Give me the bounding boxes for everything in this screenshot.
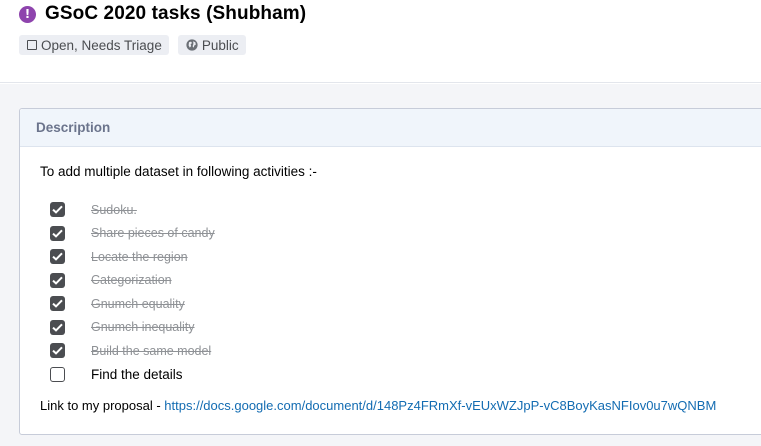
- description-panel-header: Description: [20, 109, 761, 147]
- description-panel: Description To add multiple dataset in f…: [19, 108, 761, 435]
- tag-list: Open, Needs Triage Public: [19, 35, 246, 55]
- checkbox-checked[interactable]: [50, 319, 65, 335]
- proposal-prefix: Link to my proposal -: [40, 398, 165, 413]
- globe-icon: [186, 39, 198, 51]
- checklist-item-label: Locate the region: [91, 249, 188, 264]
- checkbox-checked[interactable]: [50, 272, 65, 288]
- proposal-line: Link to my proposal - https://docs.googl…: [40, 398, 716, 413]
- task-checklist: Sudoku. Share pieces of candy Locate the…: [50, 198, 215, 386]
- checklist-item: Gnumch equality: [50, 292, 215, 316]
- checklist-item-label: Categorization: [91, 273, 172, 288]
- status-tag[interactable]: Open, Needs Triage: [19, 35, 169, 55]
- title-row: ! GSoC 2020 tasks (Shubham): [19, 3, 306, 25]
- checklist-item: Find the details: [50, 363, 215, 387]
- checklist-item: Categorization: [50, 269, 215, 293]
- square-icon: [27, 40, 37, 50]
- checklist-item: Sudoku.: [50, 198, 215, 222]
- checklist-item-label: Gnumch equality: [91, 296, 185, 311]
- checklist-item-label: Sudoku.: [91, 202, 137, 217]
- proposal-link[interactable]: https://docs.google.com/document/d/148Pz…: [164, 398, 716, 413]
- visibility-tag-label: Public: [201, 37, 239, 53]
- status-tag-label: Open, Needs Triage: [41, 37, 162, 53]
- task-header: ! GSoC 2020 tasks (Shubham) Open, Needs …: [0, 0, 761, 83]
- description-intro: To add multiple dataset in following act…: [40, 164, 317, 179]
- checklist-item-label: Share pieces of candy: [91, 226, 215, 241]
- exclamation-circle-icon: !: [19, 5, 36, 23]
- page-title: GSoC 2020 tasks (Shubham): [45, 3, 307, 24]
- checklist-item: Build the same model: [50, 339, 215, 363]
- checklist-item: Gnumch inequality: [50, 316, 215, 340]
- checkbox-checked[interactable]: [50, 249, 65, 265]
- checklist-item-label: Build the same model: [91, 343, 212, 358]
- description-heading: Description: [36, 120, 111, 135]
- checkbox-checked[interactable]: [50, 202, 65, 218]
- checkbox-checked[interactable]: [50, 225, 65, 241]
- checkbox-unchecked[interactable]: [50, 366, 65, 382]
- checklist-item: Locate the region: [50, 245, 215, 269]
- visibility-tag[interactable]: Public: [177, 35, 246, 55]
- checklist-item-label: Find the details: [91, 366, 183, 382]
- checkbox-checked[interactable]: [50, 343, 65, 359]
- checkbox-checked[interactable]: [50, 296, 65, 312]
- checklist-item-label: Gnumch inequality: [91, 320, 195, 335]
- checklist-item: Share pieces of candy: [50, 222, 215, 246]
